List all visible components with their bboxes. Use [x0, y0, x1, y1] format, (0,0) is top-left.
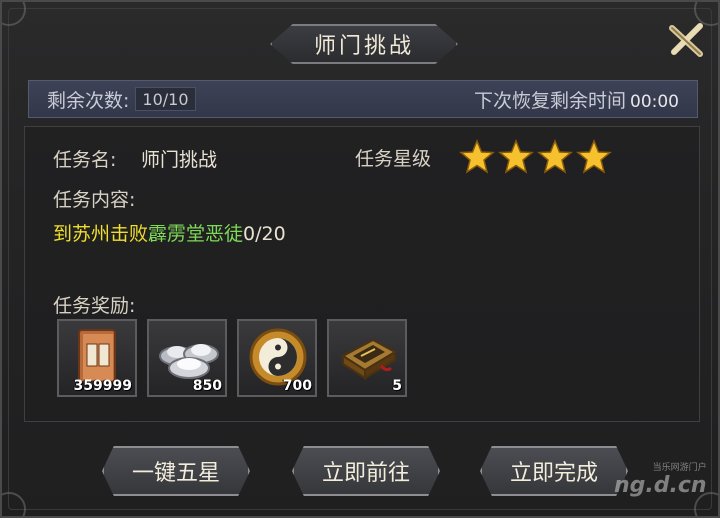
complete-now-button[interactable]: 立即完成 — [480, 446, 628, 496]
reward-list: 359999 850 700 5 — [57, 319, 407, 397]
remaining-count-bar: 剩余次数: 10/10 下次恢复剩余时间 00:00 — [28, 80, 698, 118]
reward-slot[interactable]: 850 — [147, 319, 227, 397]
task-name-value: 师门挑战 — [141, 149, 218, 171]
dialog-title: 师门挑战 — [313, 34, 414, 59]
watermark-big: ng.d.cn — [614, 473, 707, 498]
remaining-count-label: 剩余次数: — [47, 89, 130, 112]
site-watermark: 当乐网游门户 ng.d.cn — [614, 460, 707, 498]
reward-count: 5 — [392, 378, 402, 394]
star-icon — [498, 139, 534, 174]
task-stars-label: 任务星级 — [355, 148, 432, 170]
recover-time: 00:00 — [630, 91, 679, 112]
reward-slot[interactable]: 359999 — [57, 319, 137, 397]
corner-ornament — [2, 492, 26, 516]
reward-count: 700 — [282, 378, 312, 394]
manual-chest-icon — [341, 338, 398, 380]
task-reward-label: 任务奖励: — [53, 295, 136, 317]
reward-slot[interactable]: 700 — [237, 319, 317, 397]
title-plaque: 师门挑战 — [270, 24, 458, 64]
objective-target: 霹雳堂恶徒 — [148, 223, 244, 245]
task-details: 任务名: 师门挑战 任务星级 任务内容: 到苏州击败霹雳堂恶徒0/20 任务奖励… — [24, 126, 700, 422]
close-button[interactable] — [666, 20, 706, 60]
objective-progress: 0/20 — [243, 223, 286, 245]
task-star-rating — [459, 139, 612, 175]
objective-location: 到苏州击败 — [53, 223, 149, 245]
reward-count: 850 — [192, 378, 222, 394]
star-icon — [576, 139, 612, 174]
star-icon — [459, 139, 495, 174]
task-name-label: 任务名: — [53, 149, 117, 171]
task-objective: 到苏州击败霹雳堂恶徒0/20 — [53, 219, 286, 246]
challenge-dialog: 师门挑战 剩余次数: 10/10 下次恢复剩余时间 00:00 任务名: 师门挑战… — [0, 0, 720, 518]
corner-ornament — [2, 2, 26, 26]
recover-label: 下次恢复剩余时间 — [473, 89, 626, 112]
star-icon — [537, 139, 573, 174]
task-content-label: 任务内容: — [53, 189, 136, 211]
watermark-small: 当乐网游门户 — [652, 463, 707, 473]
reward-slot[interactable]: 5 — [327, 319, 407, 397]
go-now-button[interactable]: 立即前往 — [292, 446, 440, 496]
remaining-count-value: 10/10 — [135, 87, 196, 111]
reward-count: 359999 — [73, 378, 132, 394]
one-click-five-star-button[interactable]: 一键五星 — [102, 446, 250, 496]
close-icon — [669, 23, 703, 57]
recover-timer: 下次恢复剩余时间 00:00 — [474, 86, 679, 113]
